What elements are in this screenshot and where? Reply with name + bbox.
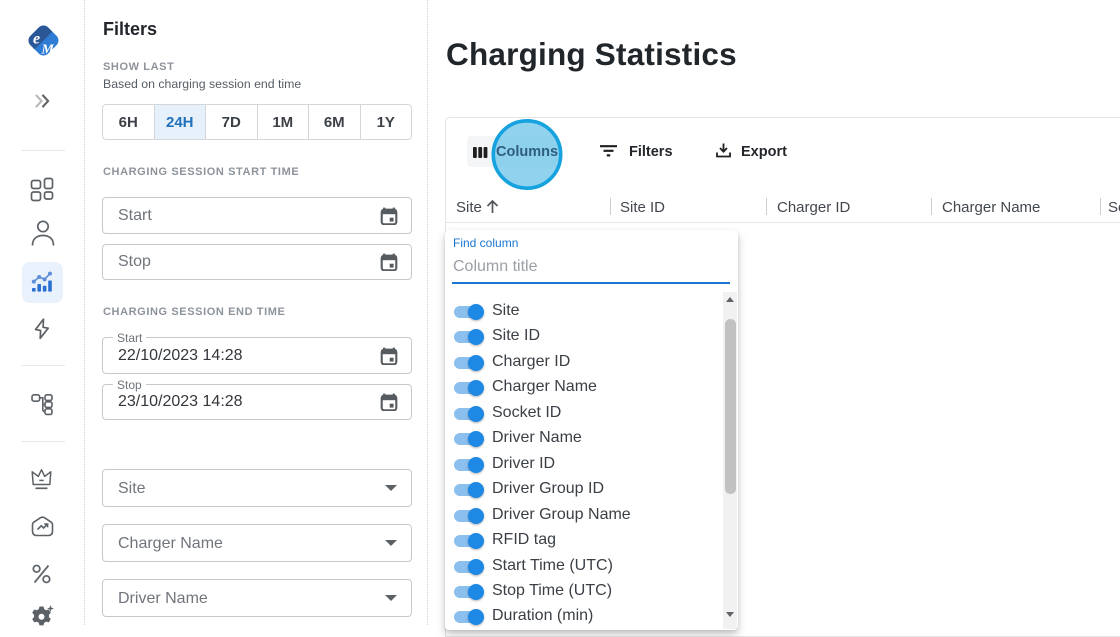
svg-text:M: M (41, 43, 55, 58)
svg-text:e: e (33, 31, 40, 48)
